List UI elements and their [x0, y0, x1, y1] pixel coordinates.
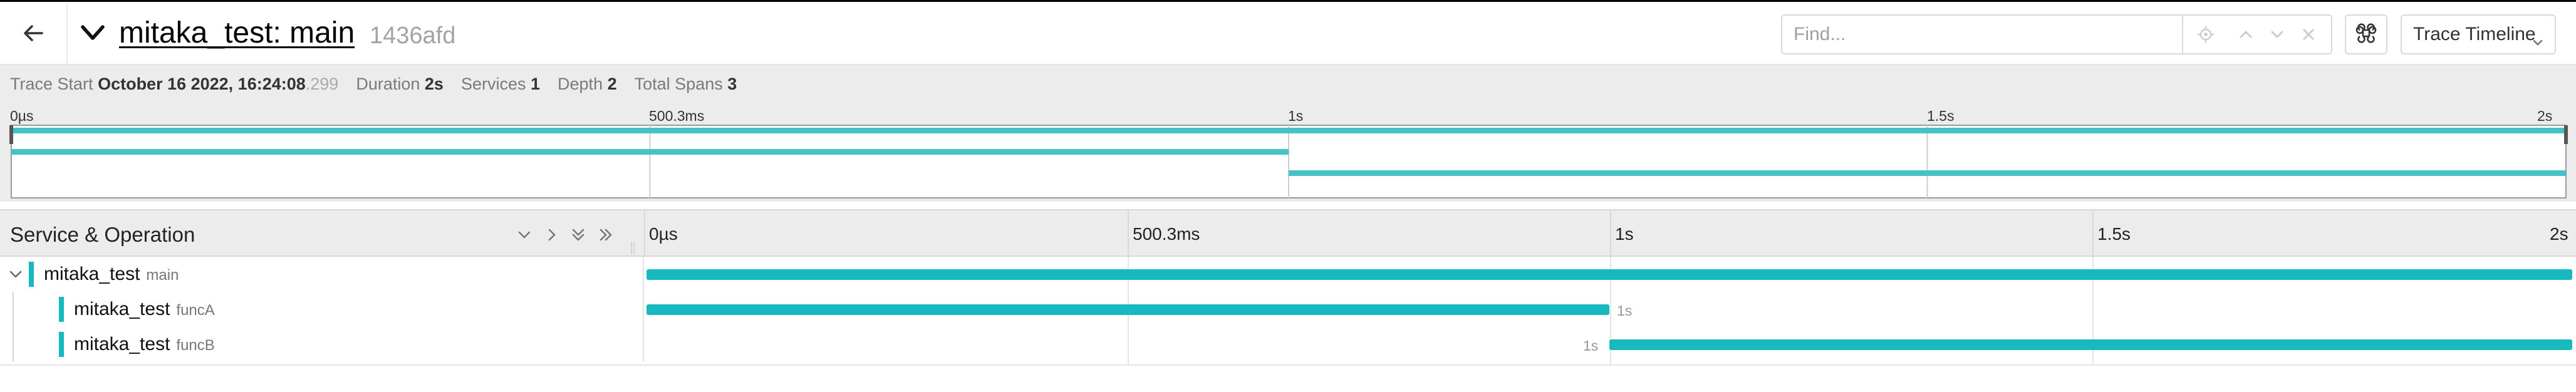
minimap-span: [1289, 170, 2566, 176]
chevron-down-icon: [2532, 31, 2543, 52]
duration: Duration 2s: [356, 75, 444, 94]
span-bar[interactable]: [647, 304, 1609, 315]
timeline-tick: 1.5s: [2097, 224, 2131, 244]
timeline-tick: 2s: [2550, 224, 2568, 244]
service-label: mitaka_test: [74, 334, 170, 354]
arrow-left-icon: [21, 21, 46, 49]
view-select[interactable]: Trace Timeline: [2401, 14, 2556, 54]
view-select-label: Trace Timeline: [2413, 24, 2536, 44]
find-box: [1781, 14, 2332, 54]
chevron-up-icon[interactable]: [2235, 23, 2257, 46]
minimap-span: [11, 149, 1289, 155]
indent-guide: [13, 292, 14, 327]
service-color-marker: [59, 332, 64, 357]
indent-guide: [13, 327, 14, 362]
span-name-cell[interactable]: mitaka_test main: [0, 257, 644, 292]
minimap-canvas[interactable]: [0, 103, 2576, 202]
span-bar[interactable]: [647, 269, 2572, 280]
tick-line: [2092, 210, 2094, 255]
back-button[interactable]: [0, 4, 68, 66]
services-label: Services: [460, 74, 526, 93]
depth-label: Depth: [558, 74, 603, 93]
locate-icon[interactable]: [2194, 23, 2217, 46]
timeline-tick: 500.3ms: [1133, 224, 1200, 244]
timeline-tick: 0µs: [649, 224, 678, 244]
collapse-all-icon[interactable]: [596, 225, 615, 244]
span-bar[interactable]: [1609, 339, 2572, 350]
depth-value: 2: [607, 74, 617, 93]
span-name-cell[interactable]: mitaka_test funcB: [0, 327, 644, 362]
span-row-main[interactable]: mitaka_test main: [0, 257, 2576, 292]
total-spans-label: Total Spans: [634, 74, 723, 93]
tick-line: [1128, 210, 1129, 255]
duration-value: 2s: [424, 74, 444, 93]
service-label: mitaka_test: [44, 264, 140, 284]
service-name: mitaka_test funcB: [74, 334, 215, 355]
service-name: mitaka_test funcA: [74, 299, 215, 320]
minimap-span: [11, 128, 2566, 133]
span-rows: mitaka_test main mitaka_test funcA 1s mita…: [0, 257, 2576, 364]
rows-bottom-border: [0, 364, 2576, 366]
command-icon: [2355, 23, 2377, 47]
trace-start-value: October 16 2022, 16:24:08: [98, 74, 306, 93]
trace-page-header: mitaka_test: main 1436afd Trace Timeline: [0, 0, 2576, 66]
trace-minimap[interactable]: 0µs 500.3ms 1s 1.5s 2s: [0, 103, 2576, 202]
timeline-tick: 1s: [1615, 224, 1634, 244]
services-value: 1: [531, 74, 541, 93]
keyboard-shortcuts-button[interactable]: [2345, 14, 2387, 54]
chevron-down-icon[interactable]: [2266, 23, 2288, 46]
depth: Depth 2: [558, 75, 617, 94]
trace-start-label: Trace Start: [10, 74, 93, 93]
trace-start-ms: .299: [305, 74, 339, 93]
services: Services 1: [461, 75, 540, 94]
trace-start: Trace Start October 16 2022, 16:24:08.29…: [10, 75, 338, 94]
close-icon[interactable]: [2297, 23, 2320, 46]
minimap-drag-handle[interactable]: [9, 125, 13, 144]
operation-name: funcA: [176, 302, 215, 319]
service-label: mitaka_test: [74, 299, 170, 319]
service-color-marker: [29, 262, 34, 287]
service-color-marker: [59, 297, 64, 322]
operation-name: funcB: [176, 337, 215, 354]
chevron-down-icon[interactable]: [9, 268, 23, 284]
span-name-cell[interactable]: mitaka_test funcA: [0, 292, 644, 327]
chevron-down-icon[interactable]: [515, 225, 534, 244]
span-duration-label: 1s: [1583, 338, 1599, 354]
minimap-drag-handle[interactable]: [2564, 125, 2568, 144]
trace-title[interactable]: mitaka_test: main: [119, 16, 355, 50]
service-operation-title: Service & Operation: [10, 223, 195, 246]
search-input[interactable]: [1782, 16, 2183, 53]
trace-id: 1436afd: [370, 23, 456, 49]
service-name: mitaka_test main: [44, 264, 179, 285]
tick-line: [1610, 210, 1611, 255]
operation-name: main: [146, 267, 179, 284]
span-row-funca[interactable]: mitaka_test funcA 1s: [0, 292, 2576, 327]
chevron-down-icon[interactable]: [79, 22, 106, 48]
chevron-right-icon[interactable]: [543, 225, 561, 244]
timeline-header: Service & Operation 0µs 500.3ms 1s 1.5s …: [0, 209, 2576, 257]
expand-all-icon[interactable]: [569, 225, 588, 244]
column-divider: [644, 210, 645, 255]
span-row-funcb[interactable]: mitaka_test funcB 1s: [0, 327, 2576, 362]
duration-label: Duration: [356, 74, 420, 93]
trace-meta-bar: Trace Start October 16 2022, 16:24:08.29…: [0, 65, 2576, 103]
column-resizer[interactable]: [630, 242, 636, 254]
total-spans-value: 3: [727, 74, 737, 93]
total-spans: Total Spans 3: [635, 75, 737, 94]
span-duration-label: 1s: [1617, 302, 1633, 319]
